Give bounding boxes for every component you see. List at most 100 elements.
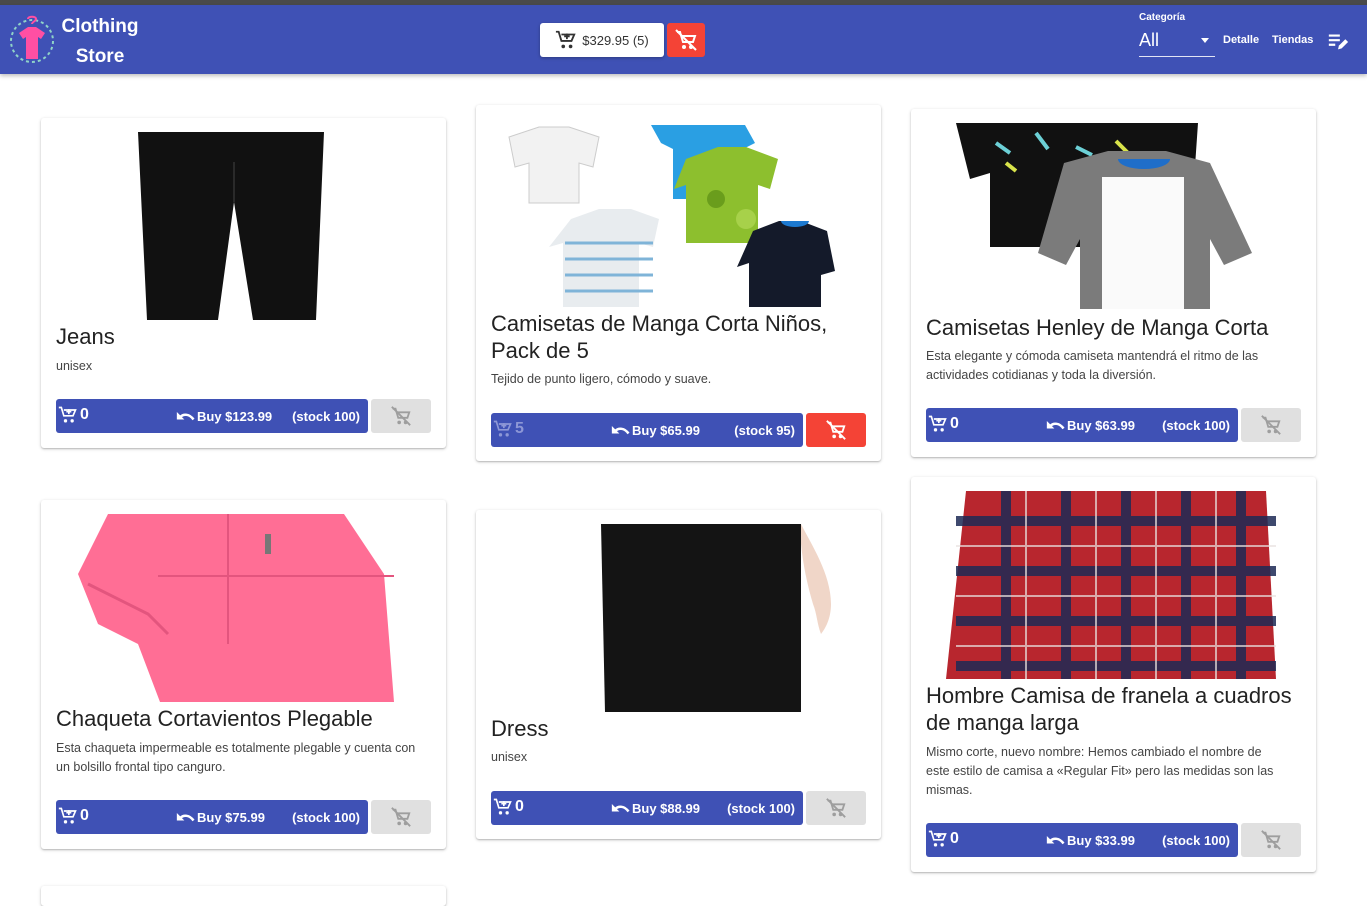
product-description: unisex xyxy=(491,750,528,764)
product-card: Hombre Camisa de franela a cuadros de ma… xyxy=(911,477,1316,872)
undo-icon xyxy=(611,424,631,438)
buy-price-label: Buy $33.99 xyxy=(1067,833,1135,848)
cart-quantity: 0 xyxy=(493,797,524,817)
cart-quantity-value: 5 xyxy=(515,420,524,437)
buy-price-label: Buy $75.99 xyxy=(197,810,265,825)
playlist-edit-icon[interactable] xyxy=(1327,31,1349,53)
remove-shopping-cart-icon xyxy=(390,405,412,427)
clear-cart-button[interactable] xyxy=(667,23,705,57)
product-description: Mismo corte, nuevo nombre: Hemos cambiad… xyxy=(926,745,1274,797)
remove-from-cart-button[interactable] xyxy=(371,800,431,834)
brand-line-2: Store xyxy=(75,46,125,67)
buy-button[interactable]: 0 Buy $123.99 (stock 100) xyxy=(56,399,368,433)
add-shopping-cart-icon xyxy=(58,806,78,826)
buy-price: Buy $123.99 xyxy=(176,409,272,424)
remove-shopping-cart-icon xyxy=(825,419,847,441)
remove-from-cart-button[interactable] xyxy=(806,791,866,825)
product-image-dress xyxy=(601,524,831,712)
buy-price: Buy $65.99 xyxy=(611,423,700,438)
stock-label: (stock 100) xyxy=(292,409,360,424)
product-card: Camisetas Henley de Manga Corta Esta ele… xyxy=(911,109,1316,457)
product-card: Camisetas de Manga Corta Niños, Pack de … xyxy=(476,105,881,461)
category-select[interactable]: Categoría All xyxy=(1139,12,1215,57)
brand-title[interactable]: Clothing Store xyxy=(60,12,140,72)
product-image-henley-tshirts xyxy=(956,123,1252,309)
add-shopping-cart-icon xyxy=(928,414,948,434)
cart-quantity: 0 xyxy=(58,405,89,425)
nav-detalle[interactable]: Detalle xyxy=(1223,34,1259,46)
product-description: Esta elegante y cómoda camiseta mantendr… xyxy=(926,349,1259,382)
product-card: Dress unisex 0 Buy $88.99 (stock 100) xyxy=(476,510,881,839)
category-value: All xyxy=(1139,30,1160,50)
buy-button[interactable]: 0 Buy $33.99 (stock 100) xyxy=(926,823,1238,857)
remove-shopping-cart-icon xyxy=(825,797,847,819)
nav-tiendas[interactable]: Tiendas xyxy=(1272,34,1313,46)
remove-from-cart-button[interactable] xyxy=(371,399,431,433)
buy-price-label: Buy $88.99 xyxy=(632,801,700,816)
undo-icon xyxy=(611,802,631,816)
category-value-field[interactable]: All xyxy=(1139,29,1215,57)
product-image-jeans xyxy=(138,132,324,320)
product-description: Tejido de punto ligero, cómodo y suave. xyxy=(491,372,712,386)
product-title: Camisetas de Manga Corta Niños, Pack de … xyxy=(491,311,828,363)
category-label: Categoría xyxy=(1139,12,1186,23)
cart-quantity: 0 xyxy=(58,806,89,826)
add-shopping-cart-icon xyxy=(493,419,513,439)
product-description: unisex xyxy=(56,359,93,373)
cart-quantity-value: 0 xyxy=(80,406,89,423)
remove-shopping-cart-icon xyxy=(674,28,698,52)
buy-price: Buy $88.99 xyxy=(611,801,700,816)
buy-price-label: Buy $63.99 xyxy=(1067,418,1135,433)
stock-label: (stock 100) xyxy=(1162,833,1230,848)
product-image-pink-jacket xyxy=(78,514,394,702)
product-title: Camisetas Henley de Manga Corta xyxy=(926,315,1269,340)
buy-button[interactable]: 0 Buy $63.99 (stock 100) xyxy=(926,408,1238,442)
add-shopping-cart-icon xyxy=(493,797,513,817)
brand-line-1: Clothing xyxy=(61,16,139,37)
buy-price-label: Buy $123.99 xyxy=(197,409,273,424)
product-card: Chaqueta Cortavientos Plegable Esta chaq… xyxy=(41,500,446,849)
undo-icon xyxy=(1046,419,1066,433)
product-image-flannel-shirt xyxy=(926,491,1301,679)
stock-label: (stock 100) xyxy=(292,810,360,825)
add-shopping-cart-icon xyxy=(58,405,78,425)
remove-from-cart-button[interactable] xyxy=(806,413,866,447)
cart-icon xyxy=(555,29,577,51)
remove-shopping-cart-icon xyxy=(1260,829,1282,851)
undo-icon xyxy=(1046,834,1066,848)
stock-label: (stock 95) xyxy=(734,423,795,438)
cart-quantity: 0 xyxy=(928,414,959,434)
product-title: Dress xyxy=(491,716,549,741)
product-title: Hombre Camisa de franela a cuadros de ma… xyxy=(926,683,1292,735)
product-title: Chaqueta Cortavientos Plegable xyxy=(56,706,373,731)
product-title: Jeans xyxy=(56,324,115,349)
cart-quantity: 5 xyxy=(493,419,524,439)
dropdown-arrow-icon xyxy=(1201,38,1209,43)
cart-quantity-value: 0 xyxy=(515,798,524,815)
product-image-kids-tshirts xyxy=(508,125,835,307)
stock-label: (stock 100) xyxy=(727,801,795,816)
remove-shopping-cart-icon xyxy=(390,806,412,828)
remove-from-cart-button[interactable] xyxy=(1241,823,1301,857)
buy-price-label: Buy $65.99 xyxy=(632,423,700,438)
buy-button[interactable]: 0 Buy $75.99 (stock 100) xyxy=(56,800,368,834)
product-card: Jeans unisex 0 Buy $123.99 (stock 100) xyxy=(41,118,446,448)
cart-quantity-value: 0 xyxy=(950,415,959,432)
undo-icon xyxy=(176,811,196,825)
buy-button[interactable]: 5 Buy $65.99 (stock 95) xyxy=(491,413,803,447)
remove-shopping-cart-icon xyxy=(1260,414,1282,436)
app-bar: Clothing Store $329.95 (5) Categoría All… xyxy=(0,5,1367,74)
product-description: Esta chaqueta impermeable es totalmente … xyxy=(56,741,416,774)
cart-quantity-value: 0 xyxy=(80,807,89,824)
add-shopping-cart-icon xyxy=(928,829,948,849)
remove-from-cart-button[interactable] xyxy=(1241,408,1301,442)
cart-total: $329.95 (5) xyxy=(582,32,649,48)
buy-button[interactable]: 0 Buy $88.99 (stock 100) xyxy=(491,791,803,825)
buy-price: Buy $75.99 xyxy=(176,810,265,825)
cart-summary-button[interactable]: $329.95 (5) xyxy=(540,23,664,57)
buy-price: Buy $63.99 xyxy=(1046,418,1135,433)
buy-price: Buy $33.99 xyxy=(1046,833,1135,848)
stock-label: (stock 100) xyxy=(1162,418,1230,433)
product-card-partial xyxy=(41,886,446,906)
cart-quantity-value: 0 xyxy=(950,830,959,847)
